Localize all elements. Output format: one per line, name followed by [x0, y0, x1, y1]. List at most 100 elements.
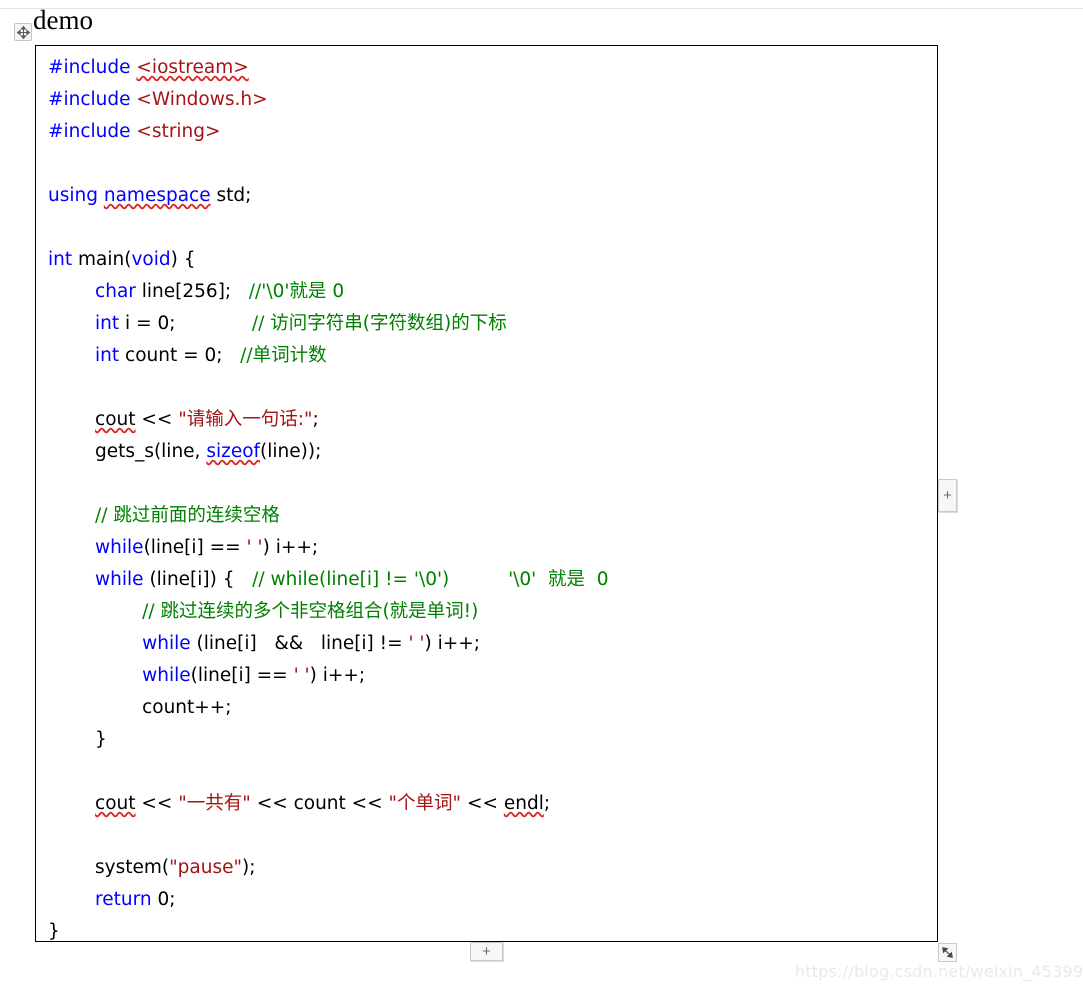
code-token-str: "一共有"	[178, 793, 251, 814]
code-line: char line[256]; //'\0'就是 0	[48, 276, 609, 308]
code-token-inc: <Windows.h>	[136, 89, 268, 110]
code-token-kw: int	[48, 249, 78, 270]
code-token-pl: (line[i] ==	[143, 537, 247, 558]
resize-corner-icon[interactable]	[938, 943, 957, 962]
page-title: demo	[33, 5, 93, 35]
code-token-kw: while	[142, 633, 197, 654]
code-line: while(line[i] == ' ') i++;	[48, 660, 609, 692]
code-token-str: ' '	[408, 633, 425, 654]
code-line: int main(void) {	[48, 244, 609, 276]
code-listing[interactable]: #include <iostream> #include <Windows.h> #…	[48, 52, 609, 942]
code-line: #include <Windows.h>	[48, 84, 609, 116]
code-line: }	[48, 724, 609, 756]
code-token-pl: ;	[543, 793, 551, 814]
code-token-pl: 0;	[157, 889, 176, 910]
code-line: system("pause");	[48, 852, 609, 884]
code-line: // 跳过前面的连续空格	[48, 500, 609, 532]
code-token-pl: }	[95, 729, 107, 750]
code-line: while (line[i]) { // while(line[i] != '\…	[48, 564, 609, 596]
code-token-pl: (line[i] ==	[190, 665, 294, 686]
move-handle-icon[interactable]	[14, 23, 32, 41]
code-token-pl: count++;	[142, 697, 232, 718]
code-line: int i = 0; // 访问字符串(字符数组)的下标	[48, 308, 609, 340]
code-token-pl: count = 0;	[125, 345, 241, 366]
code-token-cmt: // while(line[i] != '\0') '\0' 就是 0	[252, 569, 609, 590]
code-token-str: "pause"	[169, 857, 242, 878]
code-token-kw: #include	[48, 89, 137, 110]
code-token-pl: (line));	[260, 441, 322, 462]
code-token-kw: while	[142, 665, 191, 686]
add-row-button[interactable]: +	[470, 942, 503, 961]
csdn-watermark: https://blog.csdn.net/weixin_45399178	[795, 962, 1083, 981]
code-token-pl: cout	[95, 793, 136, 814]
code-token-kw: char	[95, 281, 142, 302]
code-token-str: "请输入一句话:"	[178, 409, 313, 430]
code-token-pl: <<	[135, 409, 179, 430]
code-line: while(line[i] == ' ') i++;	[48, 532, 609, 564]
code-token-pl: <<	[461, 793, 504, 814]
code-line: cout << "一共有" << count << "个单词" << endl;	[48, 788, 609, 820]
add-column-button[interactable]: +	[938, 479, 957, 512]
code-token-kw: #include	[48, 121, 137, 142]
code-line: while (line[i] && line[i] != ' ') i++;	[48, 628, 609, 660]
code-token-pl: system(	[95, 857, 170, 878]
code-token-str: ' '	[246, 537, 263, 558]
code-token-pl: <<	[135, 793, 179, 814]
code-token-kw: namespace	[103, 185, 211, 206]
code-token-kw: while	[95, 537, 144, 558]
code-line: return 0;	[48, 884, 609, 916]
code-token-kw: return	[95, 889, 158, 910]
code-token-inc: <string>	[136, 121, 221, 142]
code-token-kw: int	[95, 313, 126, 334]
code-token-pl: endl	[503, 793, 544, 814]
code-token-pl: }	[48, 921, 60, 942]
page-top-rule	[0, 8, 1083, 9]
code-token-cmt: // 跳过连续的多个非空格组合(就是单词!)	[142, 601, 479, 622]
code-token-pl: );	[242, 857, 256, 878]
code-token-kw: sizeof	[206, 441, 261, 462]
code-token-pl: main(	[78, 249, 132, 270]
code-token-pl: cout	[95, 409, 136, 430]
code-token-kw: #include	[48, 57, 137, 78]
code-line: cout << "请输入一句话:";	[48, 404, 609, 436]
code-line: #include <iostream>	[48, 52, 609, 84]
code-token-pl: i = 0;	[125, 313, 252, 334]
code-token-pl: std;	[210, 185, 252, 206]
code-token-kw: while	[95, 569, 150, 590]
code-line: // 跳过连续的多个非空格组合(就是单词!)	[48, 596, 609, 628]
code-token-pl: ) i++;	[309, 665, 366, 686]
code-token-pl: ) {	[170, 249, 196, 270]
code-token-kw: using	[48, 185, 104, 206]
code-line: gets_s(line, sizeof(line));	[48, 436, 609, 468]
code-token-pl: ) i++;	[424, 633, 481, 654]
code-token-cmt: // 跳过前面的连续空格	[95, 505, 280, 526]
code-token-str: ' '	[293, 665, 310, 686]
code-token-pl: ;	[312, 409, 319, 430]
code-block-frame[interactable]: #include <iostream> #include <Windows.h> #…	[35, 45, 938, 942]
code-token-pl: (line[i]) {	[149, 569, 253, 590]
code-token-cmt: // 访问字符串(字符数组)的下标	[251, 313, 507, 334]
code-line: count++;	[48, 692, 609, 724]
code-token-pl: gets_s(line,	[95, 441, 207, 462]
code-line: int count = 0; //单词计数	[48, 340, 609, 372]
code-token-cmt: //'\0'就是 0	[248, 281, 345, 302]
code-token-str: "个单词"	[388, 793, 462, 814]
code-token-inc: <iostream>	[136, 57, 249, 78]
code-token-kw: void	[131, 249, 171, 270]
